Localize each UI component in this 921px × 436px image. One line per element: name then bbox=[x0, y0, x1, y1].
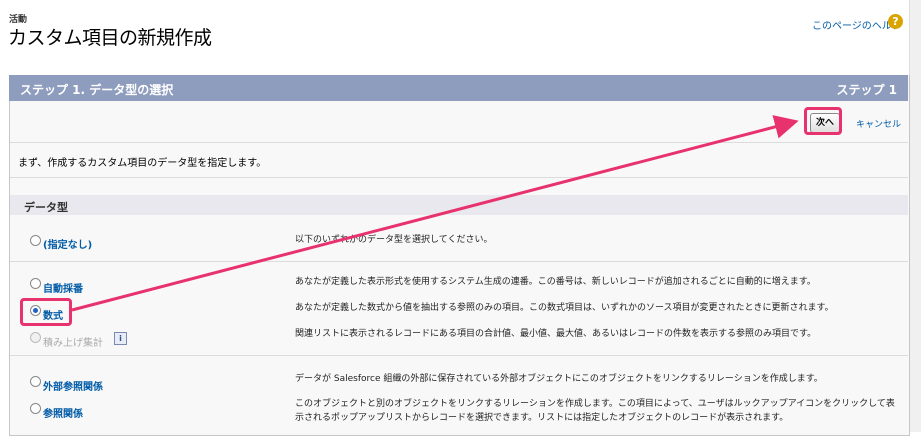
info-icon[interactable]: i bbox=[114, 332, 127, 345]
option-label-none[interactable]: (指定なし) bbox=[43, 236, 92, 251]
formula-highlight bbox=[20, 298, 72, 326]
section-title: データ型 bbox=[24, 201, 68, 214]
divider bbox=[10, 355, 908, 356]
page-title: カスタム項目の新規作成 bbox=[8, 27, 212, 49]
radio-roll-up-summary bbox=[30, 332, 41, 343]
option-description: 以下のいずれかのデータ型を選択してください。 bbox=[295, 235, 493, 245]
option-label-external-lookup[interactable]: 外部参照関係 bbox=[43, 378, 103, 393]
step-title: ステップ 1. データ型の選択 bbox=[20, 83, 174, 97]
option-label-roll-up-summary: 積み上げ集計 bbox=[43, 338, 103, 349]
radio-auto-number[interactable] bbox=[30, 278, 41, 289]
help-icon[interactable]: ? bbox=[888, 14, 903, 29]
section-header: データ型 bbox=[10, 195, 908, 215]
intro-text: まず、作成するカスタム項目のデータ型を指定します。 bbox=[18, 158, 267, 169]
step-header-bar: ステップ 1. データ型の選択 ステップ 1 bbox=[9, 75, 908, 101]
option-label-auto-number[interactable]: 自動採番 bbox=[43, 280, 83, 295]
option-description: データが Salesforce 組織の外部に保存されている外部オブジェクトにこの… bbox=[295, 374, 823, 384]
radio-external-lookup[interactable] bbox=[30, 376, 41, 387]
divider bbox=[10, 261, 908, 262]
option-description: このオブジェクトと別のオブジェクトをリンクするリレーションを作成します。この項目… bbox=[295, 399, 895, 423]
option-label-lookup[interactable]: 参照関係 bbox=[43, 405, 83, 420]
vertical-scrollbar[interactable] bbox=[909, 0, 921, 432]
step-indicator: ステップ 1 bbox=[836, 83, 897, 97]
divider bbox=[10, 177, 908, 178]
next-button-highlight bbox=[804, 107, 842, 135]
option-description: 関連リストに表示されるレコードにある項目の合計値、最小値、最大値、あるいはレコー… bbox=[295, 329, 817, 339]
cancel-link[interactable]: キャンセル bbox=[856, 117, 901, 130]
option-description: あなたが定義した数式から値を抽出する参照のみの項目。この数式項目は、いずれかのソ… bbox=[295, 303, 834, 313]
option-description: あなたが定義した表示形式を使用するシステム生成の連番。この番号は、新しいレコード… bbox=[295, 277, 816, 287]
radio-none[interactable] bbox=[30, 235, 41, 246]
radio-lookup[interactable] bbox=[30, 403, 41, 414]
divider bbox=[10, 142, 908, 143]
